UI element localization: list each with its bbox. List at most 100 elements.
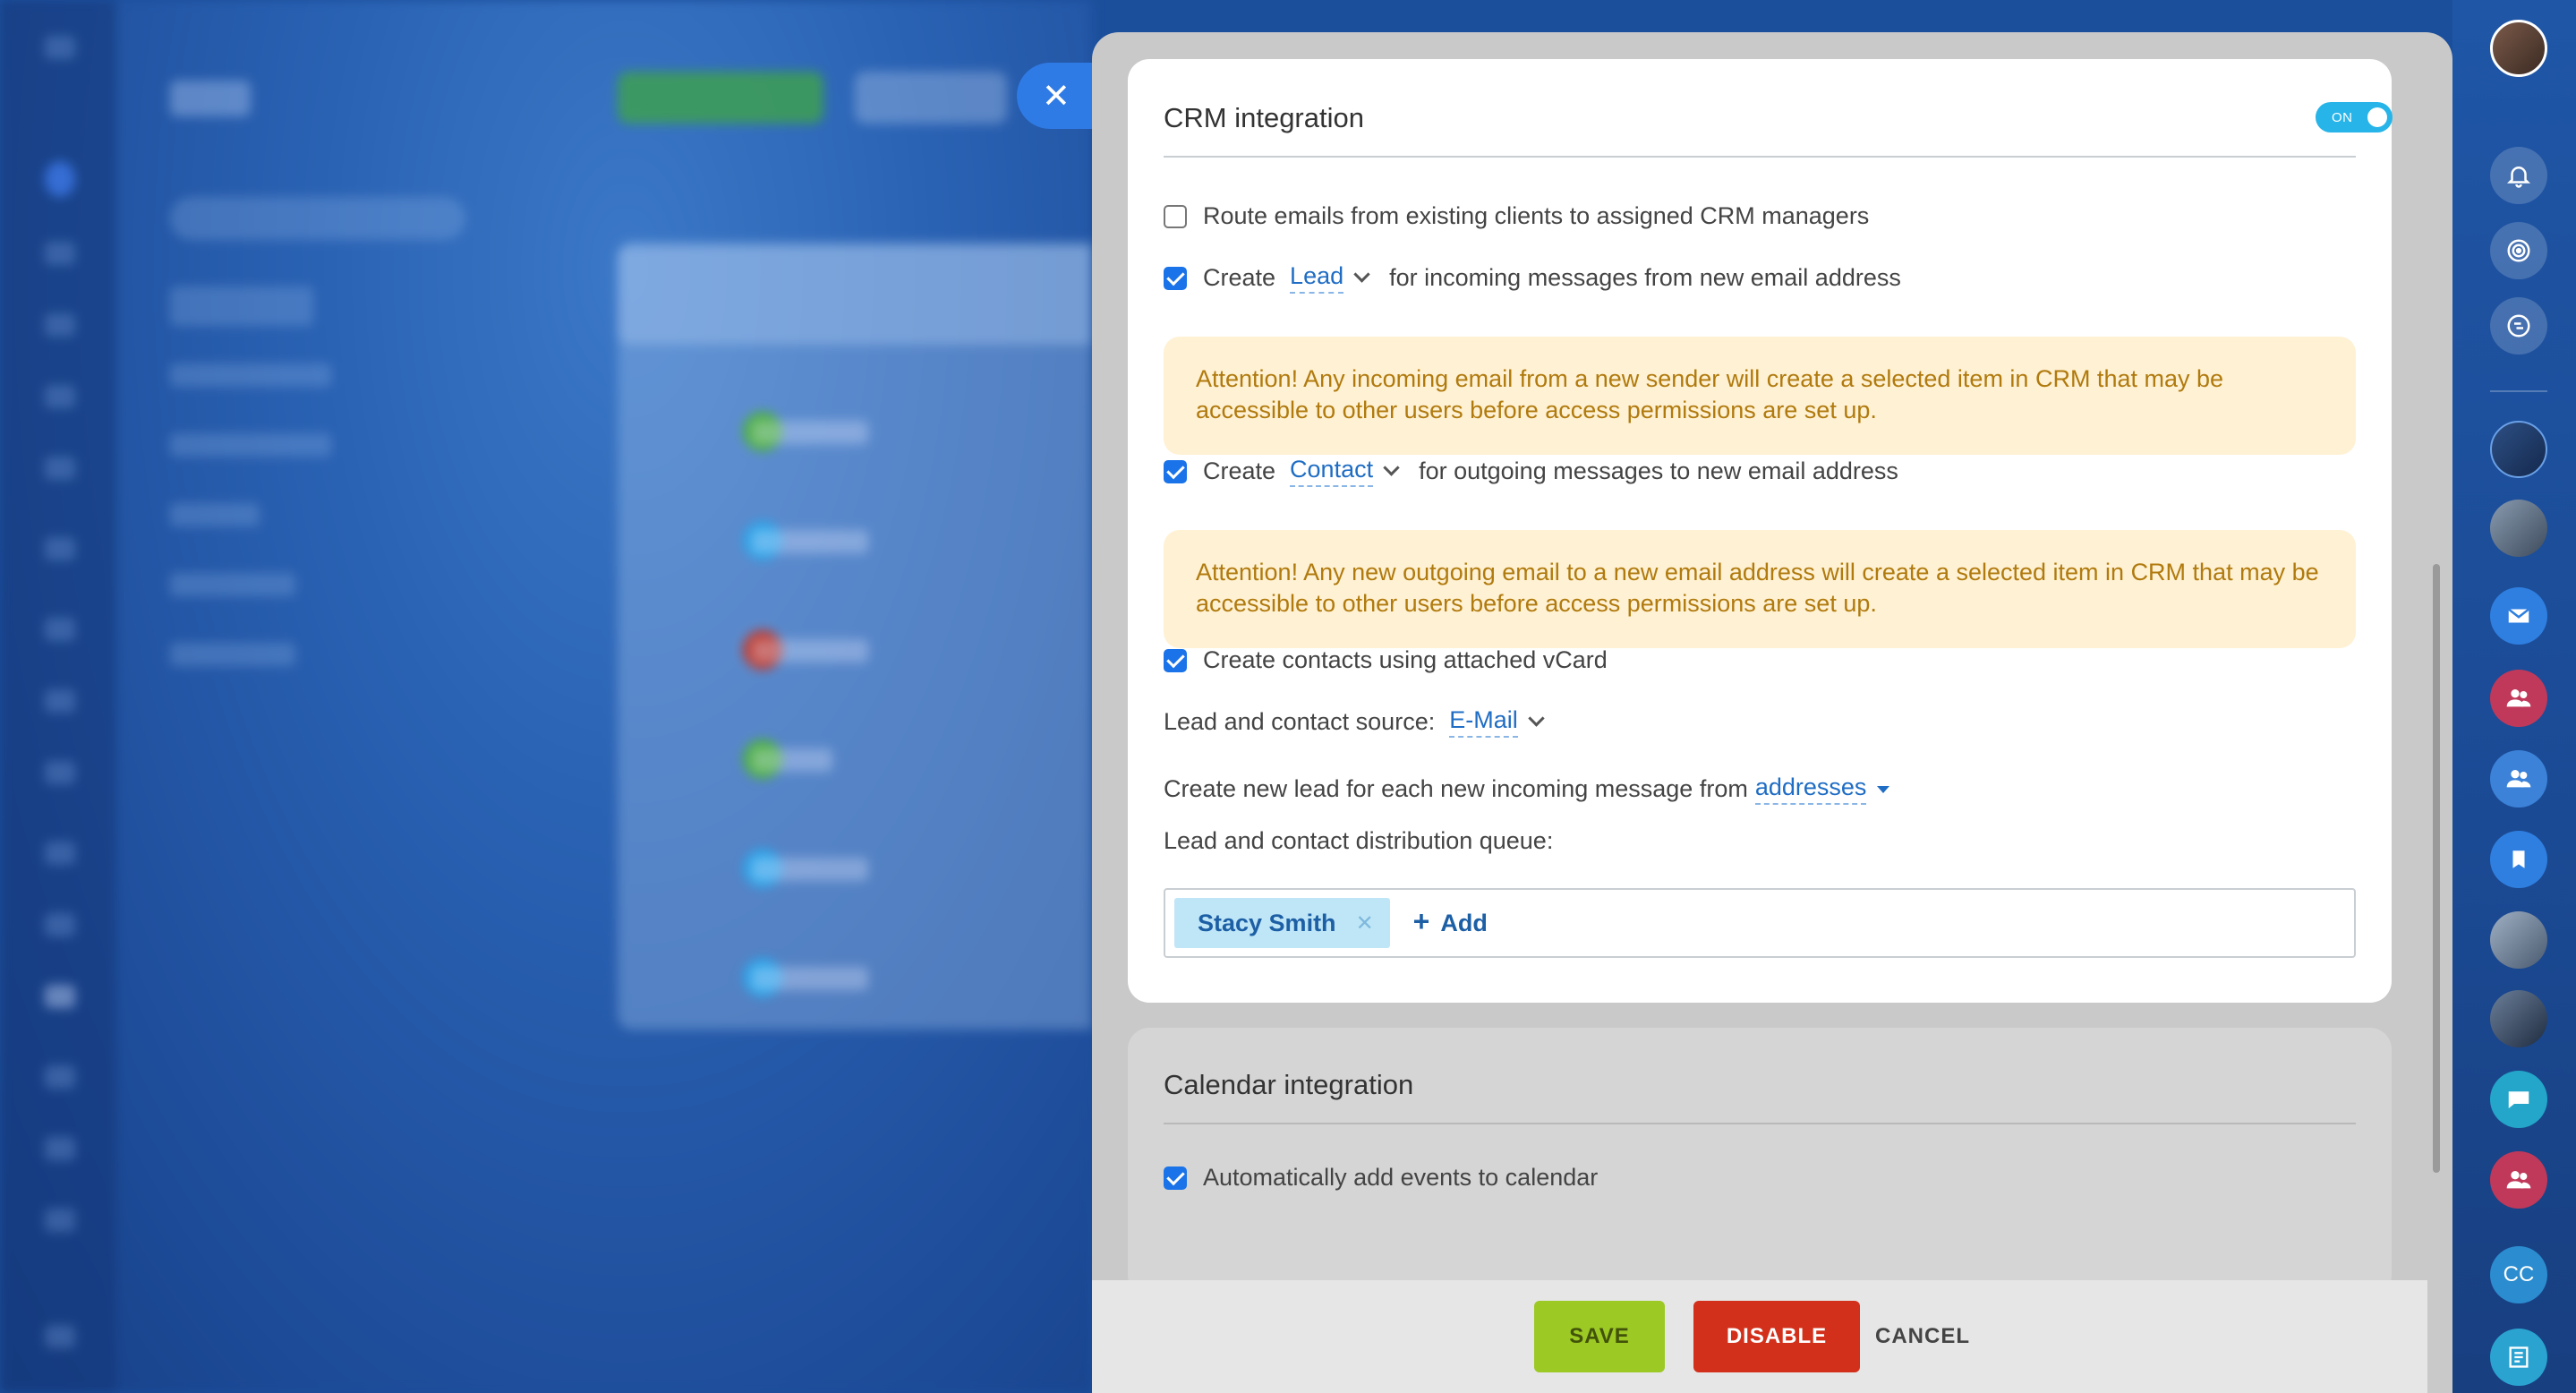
background-menu-item bbox=[45, 618, 75, 641]
background-button bbox=[618, 72, 823, 124]
background-menu-item bbox=[45, 689, 75, 713]
chat-icon[interactable] bbox=[2490, 1071, 2547, 1128]
background-menu-item bbox=[45, 913, 75, 936]
chevron-down-icon[interactable] bbox=[1383, 459, 1400, 476]
group-icon[interactable] bbox=[2490, 1151, 2547, 1209]
background-menu-item bbox=[45, 242, 75, 265]
background-row bbox=[752, 530, 868, 553]
incoming-create-checkbox[interactable] bbox=[1164, 266, 1187, 290]
user-avatar[interactable] bbox=[2490, 20, 2547, 77]
background-menu-item bbox=[45, 1209, 75, 1232]
toggle-label: ON bbox=[2332, 110, 2353, 125]
target-icon[interactable] bbox=[2490, 222, 2547, 279]
action-footer: SAVE DISABLE CANCEL bbox=[1092, 1280, 2427, 1393]
background-search bbox=[170, 197, 465, 240]
mail-icon[interactable] bbox=[2490, 587, 2547, 645]
cancel-button[interactable]: CANCEL bbox=[1860, 1301, 1985, 1372]
incoming-create-suffix: for incoming messages from new email add… bbox=[1389, 264, 1901, 291]
outgoing-create-suffix: for outgoing messages to new email addre… bbox=[1419, 457, 1898, 484]
background-row bbox=[752, 858, 868, 881]
vcard-checkbox[interactable] bbox=[1164, 648, 1187, 672]
outgoing-entity-dropdown[interactable]: Contact bbox=[1290, 456, 1374, 487]
incoming-entity-dropdown[interactable]: Lead bbox=[1290, 262, 1344, 294]
queue-member-tag: Stacy Smith ✕ bbox=[1174, 898, 1390, 948]
background-menu-item bbox=[45, 537, 75, 560]
source-label: Lead and contact source: bbox=[1164, 708, 1436, 735]
vcard-label: Create contacts using attached vCard bbox=[1203, 646, 1608, 673]
bell-icon[interactable] bbox=[2490, 147, 2547, 204]
new-lead-row: Create new lead for each new incoming me… bbox=[1164, 773, 1890, 805]
calendar-auto-add-label: Automatically add events to calendar bbox=[1203, 1164, 1599, 1191]
disable-button[interactable]: DISABLE bbox=[1693, 1301, 1860, 1372]
source-dropdown[interactable]: E-Mail bbox=[1449, 706, 1518, 738]
mailbox-settings-slider: CRM integration ON Route emails from exi… bbox=[1092, 32, 2452, 1393]
background-menu-item bbox=[45, 1065, 75, 1089]
contact-avatar[interactable] bbox=[2490, 990, 2547, 1047]
outgoing-create-prefix: Create bbox=[1203, 457, 1276, 484]
contact-avatar[interactable] bbox=[2490, 421, 2547, 478]
divider bbox=[1164, 1123, 2356, 1124]
background-row bbox=[752, 748, 832, 772]
calendar-auto-add-option: Automatically add events to calendar bbox=[1164, 1164, 1598, 1192]
background-sidebar-item bbox=[170, 573, 295, 596]
incoming-warning: Attention! Any incoming email from a new… bbox=[1164, 337, 2356, 455]
crm-integration-toggle[interactable]: ON bbox=[2316, 102, 2393, 132]
background-sidebar-item bbox=[170, 363, 331, 387]
chevron-down-icon[interactable] bbox=[1353, 266, 1370, 283]
remove-member-icon[interactable]: ✕ bbox=[1356, 910, 1374, 936]
notes-icon[interactable] bbox=[2490, 1329, 2547, 1386]
queue-member-name: Stacy Smith bbox=[1198, 909, 1336, 936]
chat-sync-icon[interactable] bbox=[2490, 297, 2547, 355]
plus-icon: + bbox=[1412, 905, 1430, 937]
initials-text: CC bbox=[2503, 1262, 2535, 1286]
add-member-button[interactable]: + Add bbox=[1412, 905, 1488, 938]
background-left-menu bbox=[0, 0, 116, 1393]
save-button[interactable]: SAVE bbox=[1534, 1301, 1665, 1372]
background-sidebar-item bbox=[170, 503, 260, 526]
chevron-down-icon[interactable] bbox=[1528, 710, 1545, 727]
outgoing-warning: Attention! Any new outgoing email to a n… bbox=[1164, 530, 2356, 648]
route-emails-option: Route emails from existing clients to as… bbox=[1164, 202, 1869, 230]
new-lead-dropdown[interactable]: addresses bbox=[1754, 773, 1867, 805]
crm-integration-card: CRM integration ON Route emails from exi… bbox=[1128, 59, 2393, 1003]
background-app bbox=[0, 0, 1092, 1393]
background-row bbox=[752, 639, 868, 662]
new-lead-label: Create new lead for each new incoming me… bbox=[1164, 775, 1748, 802]
background-filter bbox=[618, 246, 1092, 345]
queue-selector[interactable]: Stacy Smith ✕ + Add bbox=[1164, 888, 2356, 958]
route-emails-checkbox[interactable] bbox=[1164, 204, 1187, 228]
background-menu-item bbox=[45, 1137, 75, 1160]
route-emails-label: Route emails from existing clients to as… bbox=[1203, 202, 1870, 229]
add-member-label: Add bbox=[1440, 909, 1488, 936]
close-slider-button[interactable]: ✕ bbox=[1017, 63, 1092, 129]
background-row bbox=[752, 967, 868, 990]
outgoing-create-option: Create Contact for outgoing messages to … bbox=[1164, 456, 1898, 487]
incoming-create-prefix: Create bbox=[1203, 264, 1276, 291]
initials-badge[interactable]: CC bbox=[2490, 1246, 2547, 1303]
calendar-auto-add-checkbox[interactable] bbox=[1164, 1166, 1187, 1190]
background-sidebar-item bbox=[170, 643, 295, 666]
background-sidebar-item bbox=[170, 433, 331, 457]
outgoing-create-checkbox[interactable] bbox=[1164, 459, 1187, 483]
source-row: Lead and contact source: E-Mail bbox=[1164, 706, 1564, 738]
divider bbox=[1164, 156, 2356, 158]
background-menu-item bbox=[45, 385, 75, 408]
close-icon: ✕ bbox=[1042, 77, 1070, 115]
background-sidebar-item bbox=[170, 286, 313, 326]
background-button bbox=[855, 72, 1007, 124]
queue-label: Lead and contact distribution queue: bbox=[1164, 827, 1554, 854]
scrollbar[interactable] bbox=[2433, 564, 2440, 1173]
group-icon[interactable] bbox=[2490, 750, 2547, 808]
background-list bbox=[618, 242, 1092, 1030]
group-avatar[interactable] bbox=[2490, 500, 2547, 557]
crm-integration-title: CRM integration bbox=[1164, 102, 1364, 133]
caret-down-icon[interactable] bbox=[1877, 785, 1890, 793]
vcard-option: Create contacts using attached vCard bbox=[1164, 646, 1608, 674]
bookmark-icon[interactable] bbox=[2490, 831, 2547, 888]
group-icon[interactable] bbox=[2490, 670, 2547, 727]
background-menu-item bbox=[45, 1325, 75, 1348]
background-menu-item bbox=[45, 457, 75, 480]
divider bbox=[2490, 390, 2547, 392]
calendar-integration-title: Calendar integration bbox=[1164, 1069, 1414, 1100]
contact-avatar[interactable] bbox=[2490, 911, 2547, 969]
